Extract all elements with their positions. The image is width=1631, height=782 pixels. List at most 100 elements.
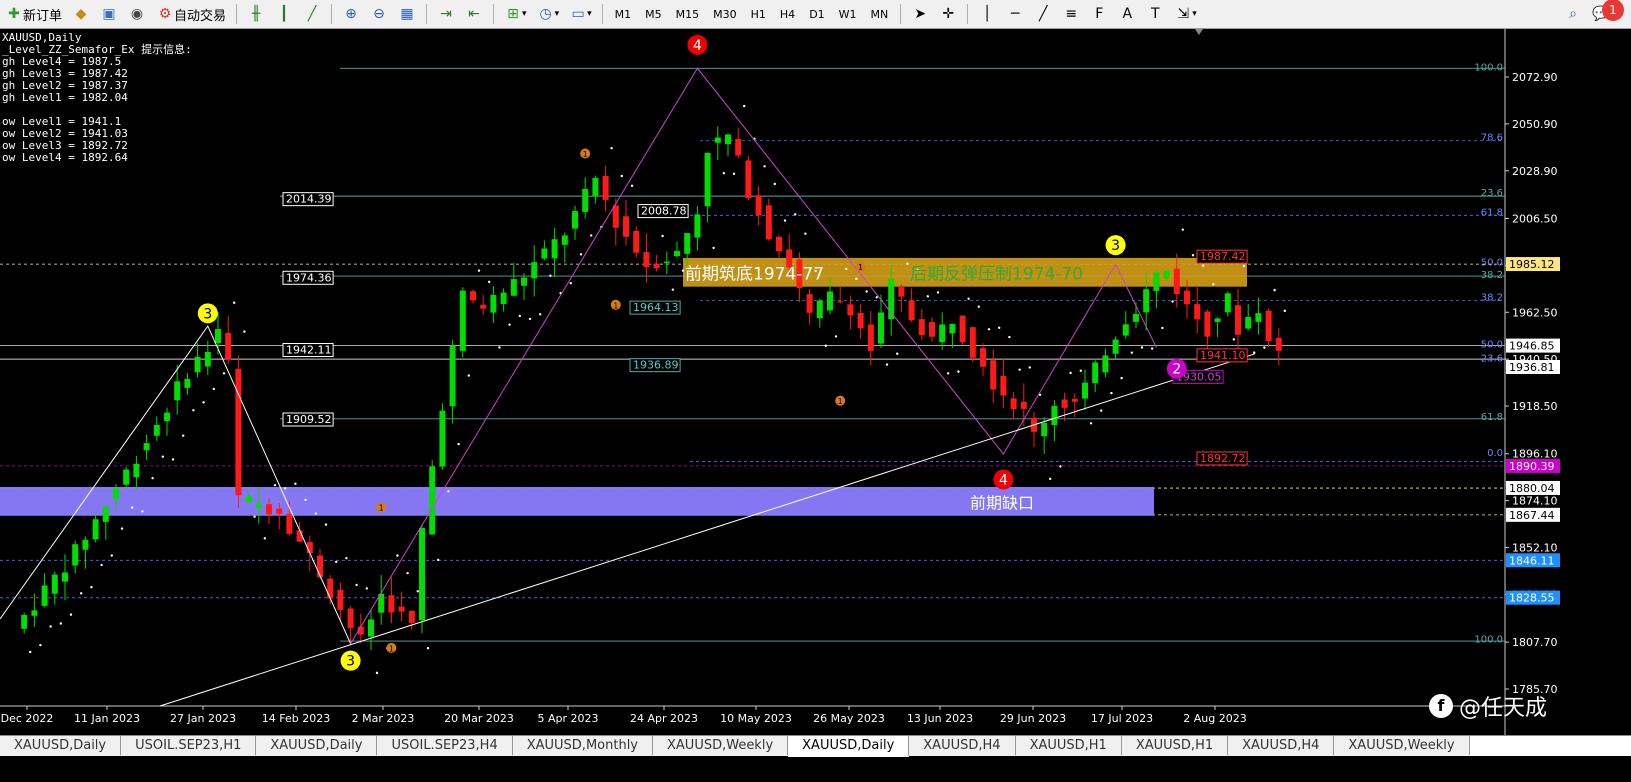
candle-body [1163, 270, 1170, 279]
red-price-tag: 1987.42 [1200, 250, 1246, 263]
candle-body [1265, 310, 1272, 342]
psar-dot [1130, 351, 1134, 354]
tile-windows-button[interactable]: ▦ [394, 3, 420, 25]
candle-body [1194, 304, 1201, 320]
candle-body [684, 233, 691, 254]
candle-body [551, 239, 558, 259]
crosshair-tool-button[interactable]: ✛ [935, 3, 961, 25]
semafor-number: 4 [999, 473, 1008, 489]
zoom-in-button[interactable]: ⊕ [338, 3, 364, 25]
candle-body [827, 291, 833, 311]
psar-dot [467, 374, 470, 377]
zoom-out-button[interactable]: ⊖ [366, 3, 392, 25]
candle-body [1061, 399, 1068, 408]
tab-xauusd-h4[interactable]: XAUUSD,H4 [909, 736, 1016, 755]
tab-xauusd-h4[interactable]: XAUUSD,H4 [1228, 736, 1335, 755]
tab-usoil-h4[interactable]: USOIL.SEP23,H4 [377, 736, 513, 755]
auto-scroll-button[interactable]: ⇥ [433, 3, 459, 25]
parabolic-sar-layer [29, 104, 1287, 675]
psar-dot [998, 326, 1001, 330]
text-tool-button[interactable]: A [1114, 3, 1140, 25]
candle-body [959, 315, 966, 342]
fibonacci-button[interactable]: F [1086, 3, 1112, 25]
psar-dot [304, 498, 307, 502]
timeframe-d1[interactable]: D1 [803, 3, 830, 25]
new-order-label: 新订单 [23, 8, 63, 24]
candle-body [510, 279, 517, 296]
signals-button[interactable]: ◉ [124, 3, 150, 25]
candle-body [143, 443, 150, 451]
psar-dot [426, 647, 430, 650]
history-button[interactable]: ◆ [68, 3, 94, 25]
psar-dot [1263, 346, 1266, 349]
axis-price-tag-label: 1936.81 [1509, 361, 1555, 374]
timeframe-m1[interactable]: M1 [609, 3, 638, 25]
candle-body [633, 230, 640, 253]
bar-chart-icon: ╫ [251, 6, 261, 22]
tab-xauusd-daily[interactable]: XAUUSD,Daily [0, 736, 122, 755]
price-tick-label: 2072.90 [1512, 71, 1558, 84]
candle-body [725, 134, 731, 145]
line-chart-button[interactable]: ╱ [299, 3, 325, 25]
cursor-tool-button[interactable]: ➤ [907, 3, 933, 25]
indicators-button[interactable]: ⊞ ▾ [500, 3, 531, 25]
timeframe-h4[interactable]: H4 [774, 3, 801, 25]
candle-body [643, 251, 650, 267]
timeframe-w1[interactable]: W1 [833, 3, 863, 25]
timeframe-h1[interactable]: H1 [745, 3, 772, 25]
tab-xauusd-daily-active[interactable]: XAUUSD,Daily [788, 736, 910, 757]
time-tick-label: 5 Apr 2023 [537, 712, 598, 725]
bar-chart-button[interactable]: ╫ [243, 3, 269, 25]
templates-icon: ▭ [571, 6, 585, 22]
psar-dot [508, 323, 511, 326]
candle-body [1041, 423, 1048, 437]
psar-dot [957, 370, 960, 373]
candle-body [1133, 313, 1139, 322]
search-button[interactable]: ⌕ [1560, 3, 1586, 25]
tab-xauusd-weekly[interactable]: XAUUSD,Weekly [1334, 736, 1470, 755]
arrows-tool-button[interactable]: ⇲ ▾ [1170, 3, 1201, 25]
strategy-tester-button[interactable]: ▣ [96, 3, 122, 25]
level-label: 2008.78 [641, 205, 687, 218]
psar-dot [151, 476, 154, 480]
tab-xauusd-h1[interactable]: XAUUSD,H1 [1122, 736, 1229, 755]
auto-trading-button[interactable]: ⚙ 自动交易 [152, 3, 230, 25]
price-tick-label: 1896.10 [1512, 448, 1558, 461]
trendline-button[interactable]: ╱ [1030, 3, 1056, 25]
candle-body [704, 152, 711, 207]
psar-dot [80, 592, 83, 595]
candle-chart-button[interactable]: ┃ [271, 3, 297, 25]
tab-xauusd-weekly[interactable]: XAUUSD,Weekly [653, 736, 789, 755]
tab-xauusd-daily[interactable]: XAUUSD,Daily [256, 736, 378, 755]
candle-body [694, 214, 701, 238]
axis-price-tag-label: 1867.44 [1509, 509, 1555, 522]
candle-body [276, 508, 283, 514]
timeframe-mn[interactable]: MN [865, 3, 895, 25]
equidistant-channel-button[interactable]: ≡ [1058, 3, 1084, 25]
psar-dot [661, 234, 664, 238]
psar-dot [141, 510, 144, 513]
label-icon: T [1150, 6, 1160, 22]
red-price-tag: 1941.10 [1200, 349, 1246, 362]
tab-xauusd-monthly[interactable]: XAUUSD,Monthly [513, 736, 653, 755]
zoom-in-icon: ⊕ [345, 6, 357, 22]
new-order-button[interactable]: ✚ 新订单 [1, 3, 66, 25]
level-label: 1936.89 [633, 359, 679, 372]
timeframe-m5[interactable]: M5 [639, 3, 668, 25]
chart-canvas[interactable]: 2014.39 1974.36 1942.11 1909.52 2008.78 1964.… [0, 29, 1631, 735]
tab-usoil-h1[interactable]: USOIL.SEP23,H1 [121, 736, 257, 755]
price-chart[interactable]: 2014.39 1974.36 1942.11 1909.52 2008.78 1964.… [0, 29, 1631, 735]
tab-xauusd-h1[interactable]: XAUUSD,H1 [1016, 736, 1122, 755]
timeframe-m30[interactable]: M30 [707, 3, 743, 25]
label-tool-button[interactable]: T [1142, 3, 1168, 25]
chat-button[interactable]: 💬 1 [1588, 0, 1630, 25]
chart-shift-button[interactable]: ⇤ [461, 3, 487, 25]
templates-button[interactable]: ▭ ▾ [565, 3, 596, 25]
timeframe-m15[interactable]: M15 [670, 3, 706, 25]
level-line: gh Level1 = 1982.04 [2, 91, 128, 104]
candle-body [286, 513, 293, 534]
candle-body [857, 312, 864, 329]
periods-button[interactable]: ◷ ▾ [533, 3, 564, 25]
vertical-line-button[interactable]: │ [974, 3, 1000, 25]
horizontal-line-button[interactable]: ─ [1002, 3, 1028, 25]
